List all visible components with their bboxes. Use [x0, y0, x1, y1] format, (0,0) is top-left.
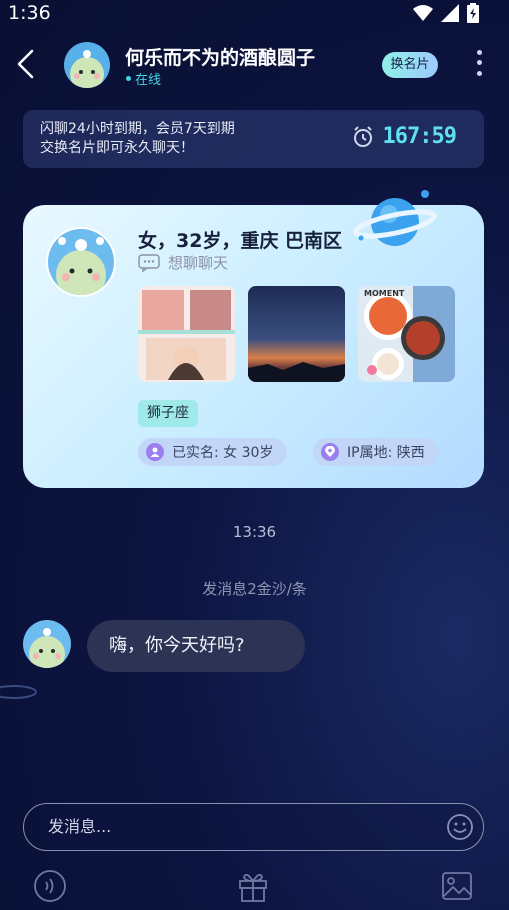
- image-icon[interactable]: [440, 869, 474, 903]
- avatar[interactable]: [64, 42, 110, 88]
- notice-line-2: 交换名片即可永久聊天！: [40, 140, 194, 156]
- signal-icon: [441, 4, 459, 22]
- status-time: 1:36: [8, 2, 51, 24]
- photo-food[interactable]: MOMENT: [358, 286, 455, 382]
- verified-label: 已实名: 女 30岁: [172, 445, 274, 461]
- alarm-clock-icon: [353, 125, 372, 147]
- ip-location-label: IP属地: 陕西: [347, 445, 425, 461]
- more-menu-icon[interactable]: [470, 47, 488, 79]
- planet-icon: [353, 190, 437, 246]
- swap-card-button[interactable]: 换名片: [382, 52, 438, 78]
- profile-subtitle-label: 想聊聊天: [168, 254, 229, 272]
- photo-collage[interactable]: [138, 286, 235, 382]
- person-icon: [146, 443, 164, 461]
- notice-text: 闪聊24小时到期，会员7天到期 交换名片即可永久聊天！: [40, 120, 235, 158]
- gift-icon[interactable]: [236, 869, 270, 903]
- timer-value: 167:59: [382, 124, 457, 149]
- message-timestamp: 13:36: [232, 523, 277, 541]
- message-input[interactable]: [48, 804, 428, 849]
- ring-planet-icon: [0, 685, 37, 699]
- message-avatar[interactable]: [23, 620, 71, 668]
- online-status-label: 在线: [135, 73, 162, 88]
- photo-gallery: MOMENT: [138, 286, 455, 382]
- photo-caption: MOMENT: [364, 289, 405, 298]
- chat-bubble-icon: [138, 253, 160, 272]
- status-icons: [413, 3, 479, 23]
- online-status: 在线: [126, 69, 161, 88]
- photo-sunset[interactable]: [248, 286, 345, 382]
- chat-header: 何乐而不为的酒酿圆子 在线 换名片: [0, 38, 509, 92]
- profile-title: 女，32岁，重庆 巴南区: [138, 230, 343, 252]
- notice-line-1: 闪聊24小时到期，会员7天到期: [40, 121, 235, 137]
- verified-badge: 已实名: 女 30岁: [138, 438, 288, 466]
- status-bar: 1:36: [0, 0, 509, 26]
- back-icon[interactable]: [12, 48, 40, 80]
- message-input-box[interactable]: [23, 803, 484, 851]
- voice-icon[interactable]: [33, 869, 67, 903]
- countdown-timer: 167:59: [351, 124, 457, 149]
- contact-name: 何乐而不为的酒酿圆子: [125, 47, 316, 69]
- profile-subtitle: 想聊聊天: [138, 252, 228, 273]
- wifi-icon: [413, 5, 433, 21]
- ip-location-badge: IP属地: 陕西: [313, 438, 439, 466]
- zodiac-tag: 狮子座: [138, 400, 198, 427]
- message-bubble[interactable]: 嗨，你今天好吗?: [87, 620, 305, 672]
- expiry-notice: 闪聊24小时到期，会员7天到期 交换名片即可永久聊天！ 167:59: [23, 110, 484, 168]
- battery-icon: [467, 3, 479, 23]
- profile-avatar[interactable]: [46, 227, 116, 297]
- emoji-icon[interactable]: [446, 813, 474, 841]
- message-cost-hint: 发消息2金沙/条: [202, 580, 307, 598]
- online-dot-icon: [126, 76, 131, 81]
- location-pin-icon: [321, 443, 339, 461]
